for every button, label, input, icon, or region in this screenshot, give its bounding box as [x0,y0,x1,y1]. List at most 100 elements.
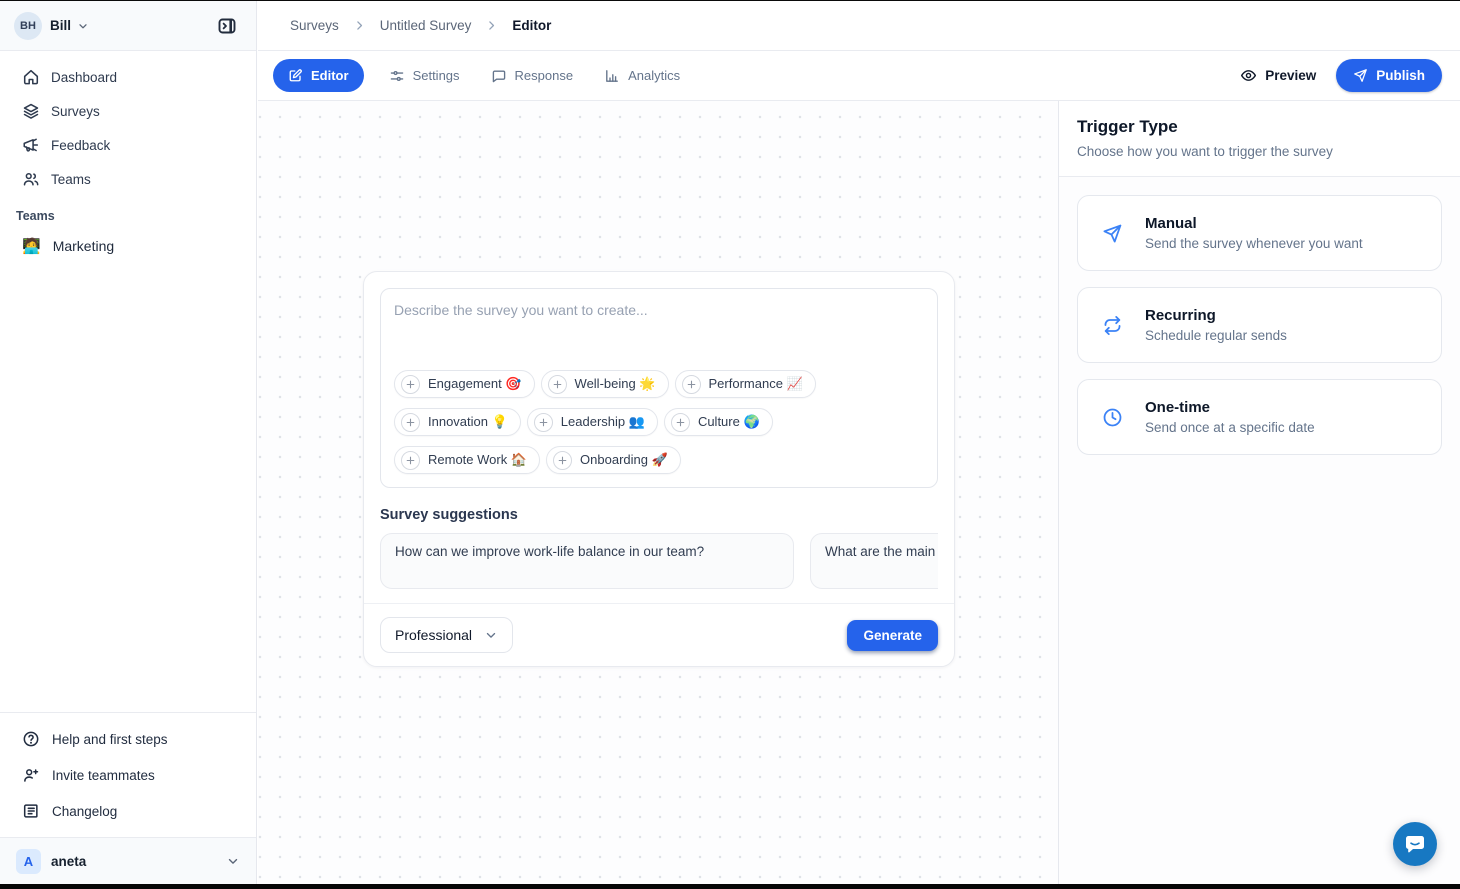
sidebar-footer-nav: Help and first steps Invite teammates Ch… [0,712,256,837]
workspace-switcher[interactable]: BH Bill [0,1,256,51]
newspaper-icon [22,802,40,820]
sidebar-item-feedback[interactable]: Feedback [12,128,244,162]
workspace-name: Bill [50,18,71,33]
user-plus-icon [22,766,40,784]
sliders-icon [389,68,405,84]
sidebar-item-surveys[interactable]: Surveys [12,94,244,128]
topic-chip-label: Onboarding 🚀 [580,452,668,468]
repeat-icon [1102,315,1123,336]
editor-tabs: Editor Settings Response [273,59,686,92]
tab-label: Settings [413,68,460,83]
generate-button[interactable]: Generate [847,620,938,651]
trigger-option-description: Send once at a specific date [1145,420,1315,435]
topic-chip[interactable]: Innovation 💡 [394,408,521,436]
tab-label: Editor [311,68,349,83]
clock-icon [1102,407,1123,428]
topic-chip[interactable]: Engagement 🎯 [394,370,535,398]
topic-chip[interactable]: Remote Work 🏠 [394,446,540,474]
teams-section-label: Teams [0,196,256,229]
sidebar-item-help[interactable]: Help and first steps [12,721,244,757]
panel-subtitle: Choose how you want to trigger the surve… [1077,144,1442,159]
topic-chip-label: Remote Work 🏠 [428,452,527,468]
topic-chip[interactable]: Culture 🌍 [664,408,773,436]
collapse-sidebar-button[interactable] [212,11,242,41]
survey-prompt-box: Engagement 🎯 Well-being 🌟 Performance 📈 … [380,288,938,488]
account-avatar: A [16,849,41,874]
trigger-option-title: Recurring [1145,307,1287,324]
tab-analytics[interactable]: Analytics [598,60,686,92]
home-icon [22,68,40,86]
trigger-option-one-time[interactable]: One-time Send once at a specific date [1077,379,1442,455]
topic-chip[interactable]: Onboarding 🚀 [546,446,681,474]
sidebar-item-label: Feedback [51,138,110,153]
publish-label: Publish [1376,68,1425,83]
plus-icon [401,413,420,432]
suggestions-row: How can we improve work-life balance in … [380,533,938,589]
tone-value: Professional [395,627,472,643]
question-circle-icon [22,730,40,748]
speech-bubble-icon [491,68,507,84]
topic-chip-label: Leadership 👥 [561,414,645,430]
tab-editor[interactable]: Editor [273,59,364,92]
sidebar-item-label: Changelog [52,804,117,819]
plus-icon [671,413,690,432]
trigger-option-recurring[interactable]: Recurring Schedule regular sends [1077,287,1442,363]
chat-bubble-icon [1403,832,1427,856]
content-row: Engagement 🎯 Well-being 🌟 Performance 📈 … [258,101,1460,884]
breadcrumb-untitled-survey[interactable]: Untitled Survey [380,18,472,33]
preview-label: Preview [1265,68,1316,83]
suggestion-card[interactable]: How can we improve work-life balance in … [380,533,794,589]
topic-chip[interactable]: Performance 📈 [675,370,816,398]
plus-icon [401,375,420,394]
sidebar: BH Bill Dashboard Surv [0,1,257,884]
send-icon [1102,223,1123,244]
editor-canvas[interactable]: Engagement 🎯 Well-being 🌟 Performance 📈 … [258,101,1058,884]
sidebar-item-invite[interactable]: Invite teammates [12,757,244,793]
topic-chip[interactable]: Well-being 🌟 [541,370,669,398]
tone-select[interactable]: Professional [380,617,513,653]
sidebar-nav: Dashboard Surveys Feedback Teams [0,51,256,196]
app-window: BH Bill Dashboard Surv [0,0,1460,889]
workspace-avatar: BH [14,12,42,40]
suggestions-title: Survey suggestions [380,507,938,523]
plus-icon [548,375,567,394]
suggestion-card[interactable]: What are the main ob [810,533,938,589]
topic-chip[interactable]: Leadership 👥 [527,408,658,436]
eye-icon [1240,67,1257,84]
chevron-down-icon [77,20,89,32]
sidebar-item-label: Dashboard [51,70,117,85]
window-top-edge [0,0,1460,1]
tab-settings[interactable]: Settings [383,60,466,92]
breadcrumb-surveys[interactable]: Surveys [290,18,339,33]
survey-description-input[interactable] [394,302,924,370]
tab-label: Analytics [628,68,680,83]
tab-response[interactable]: Response [485,60,580,92]
chat-launcher-button[interactable] [1393,822,1437,866]
trigger-option-manual[interactable]: Manual Send the survey whenever you want [1077,195,1442,271]
sidebar-item-label: Invite teammates [52,768,155,783]
bar-chart-icon [604,68,620,84]
composer-footer: Professional Generate [364,603,954,666]
send-icon [1353,68,1368,83]
topic-chip-list: Engagement 🎯 Well-being 🌟 Performance 📈 … [394,370,924,474]
topic-chip-label: Well-being 🌟 [575,376,656,392]
sidebar-item-teams[interactable]: Teams [12,162,244,196]
chevron-right-icon [485,19,498,32]
trigger-option-title: Manual [1145,215,1363,232]
pencil-square-icon [288,68,303,83]
sidebar-item-label: Teams [51,172,91,187]
account-menu[interactable]: A aneta [0,837,256,884]
sidebar-item-dashboard[interactable]: Dashboard [12,60,244,94]
publish-button[interactable]: Publish [1336,59,1442,92]
tab-label: Response [515,68,574,83]
plus-icon [553,451,572,470]
editor-toolbar: Editor Settings Response [258,51,1460,101]
topic-chip-label: Engagement 🎯 [428,376,522,392]
preview-button[interactable]: Preview [1240,67,1316,84]
sidebar-item-changelog[interactable]: Changelog [12,793,244,829]
sidebar-item-team-marketing[interactable]: 🧑‍💻 Marketing [12,229,244,263]
topic-chip-label: Culture 🌍 [698,414,760,430]
topic-chip-label: Performance 📈 [709,376,803,392]
megaphone-icon [22,136,40,154]
trigger-option-description: Schedule regular sends [1145,328,1287,343]
